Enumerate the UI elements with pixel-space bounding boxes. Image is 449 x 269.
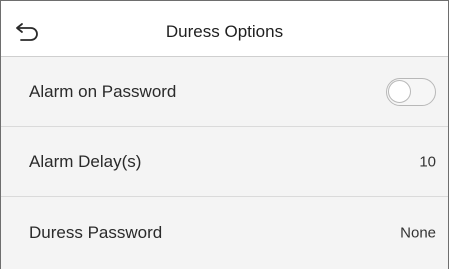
alarm-on-password-label: Alarm on Password — [29, 81, 177, 101]
duress-password-value: None — [400, 224, 436, 242]
duress-password-label: Duress Password — [29, 223, 163, 242]
alarm-on-password-toggle[interactable] — [386, 77, 436, 106]
alarm-delay-value: 10 — [419, 153, 436, 170]
alarm-delay-row[interactable]: Alarm Delay(s) 10 — [1, 127, 448, 197]
alarm-delay-label: Alarm Delay(s) — [29, 151, 142, 171]
page-title: Duress Options — [165, 22, 284, 41]
duress-password-row[interactable]: Duress Password None — [1, 197, 448, 269]
alarm-on-password-row[interactable]: Alarm on Password — [1, 57, 448, 127]
toggle-knob — [388, 79, 411, 103]
duress-options-screen: Duress Options Alarm on Password Alarm D… — [0, 0, 449, 269]
header-bar: Duress Options — [1, 1, 448, 57]
